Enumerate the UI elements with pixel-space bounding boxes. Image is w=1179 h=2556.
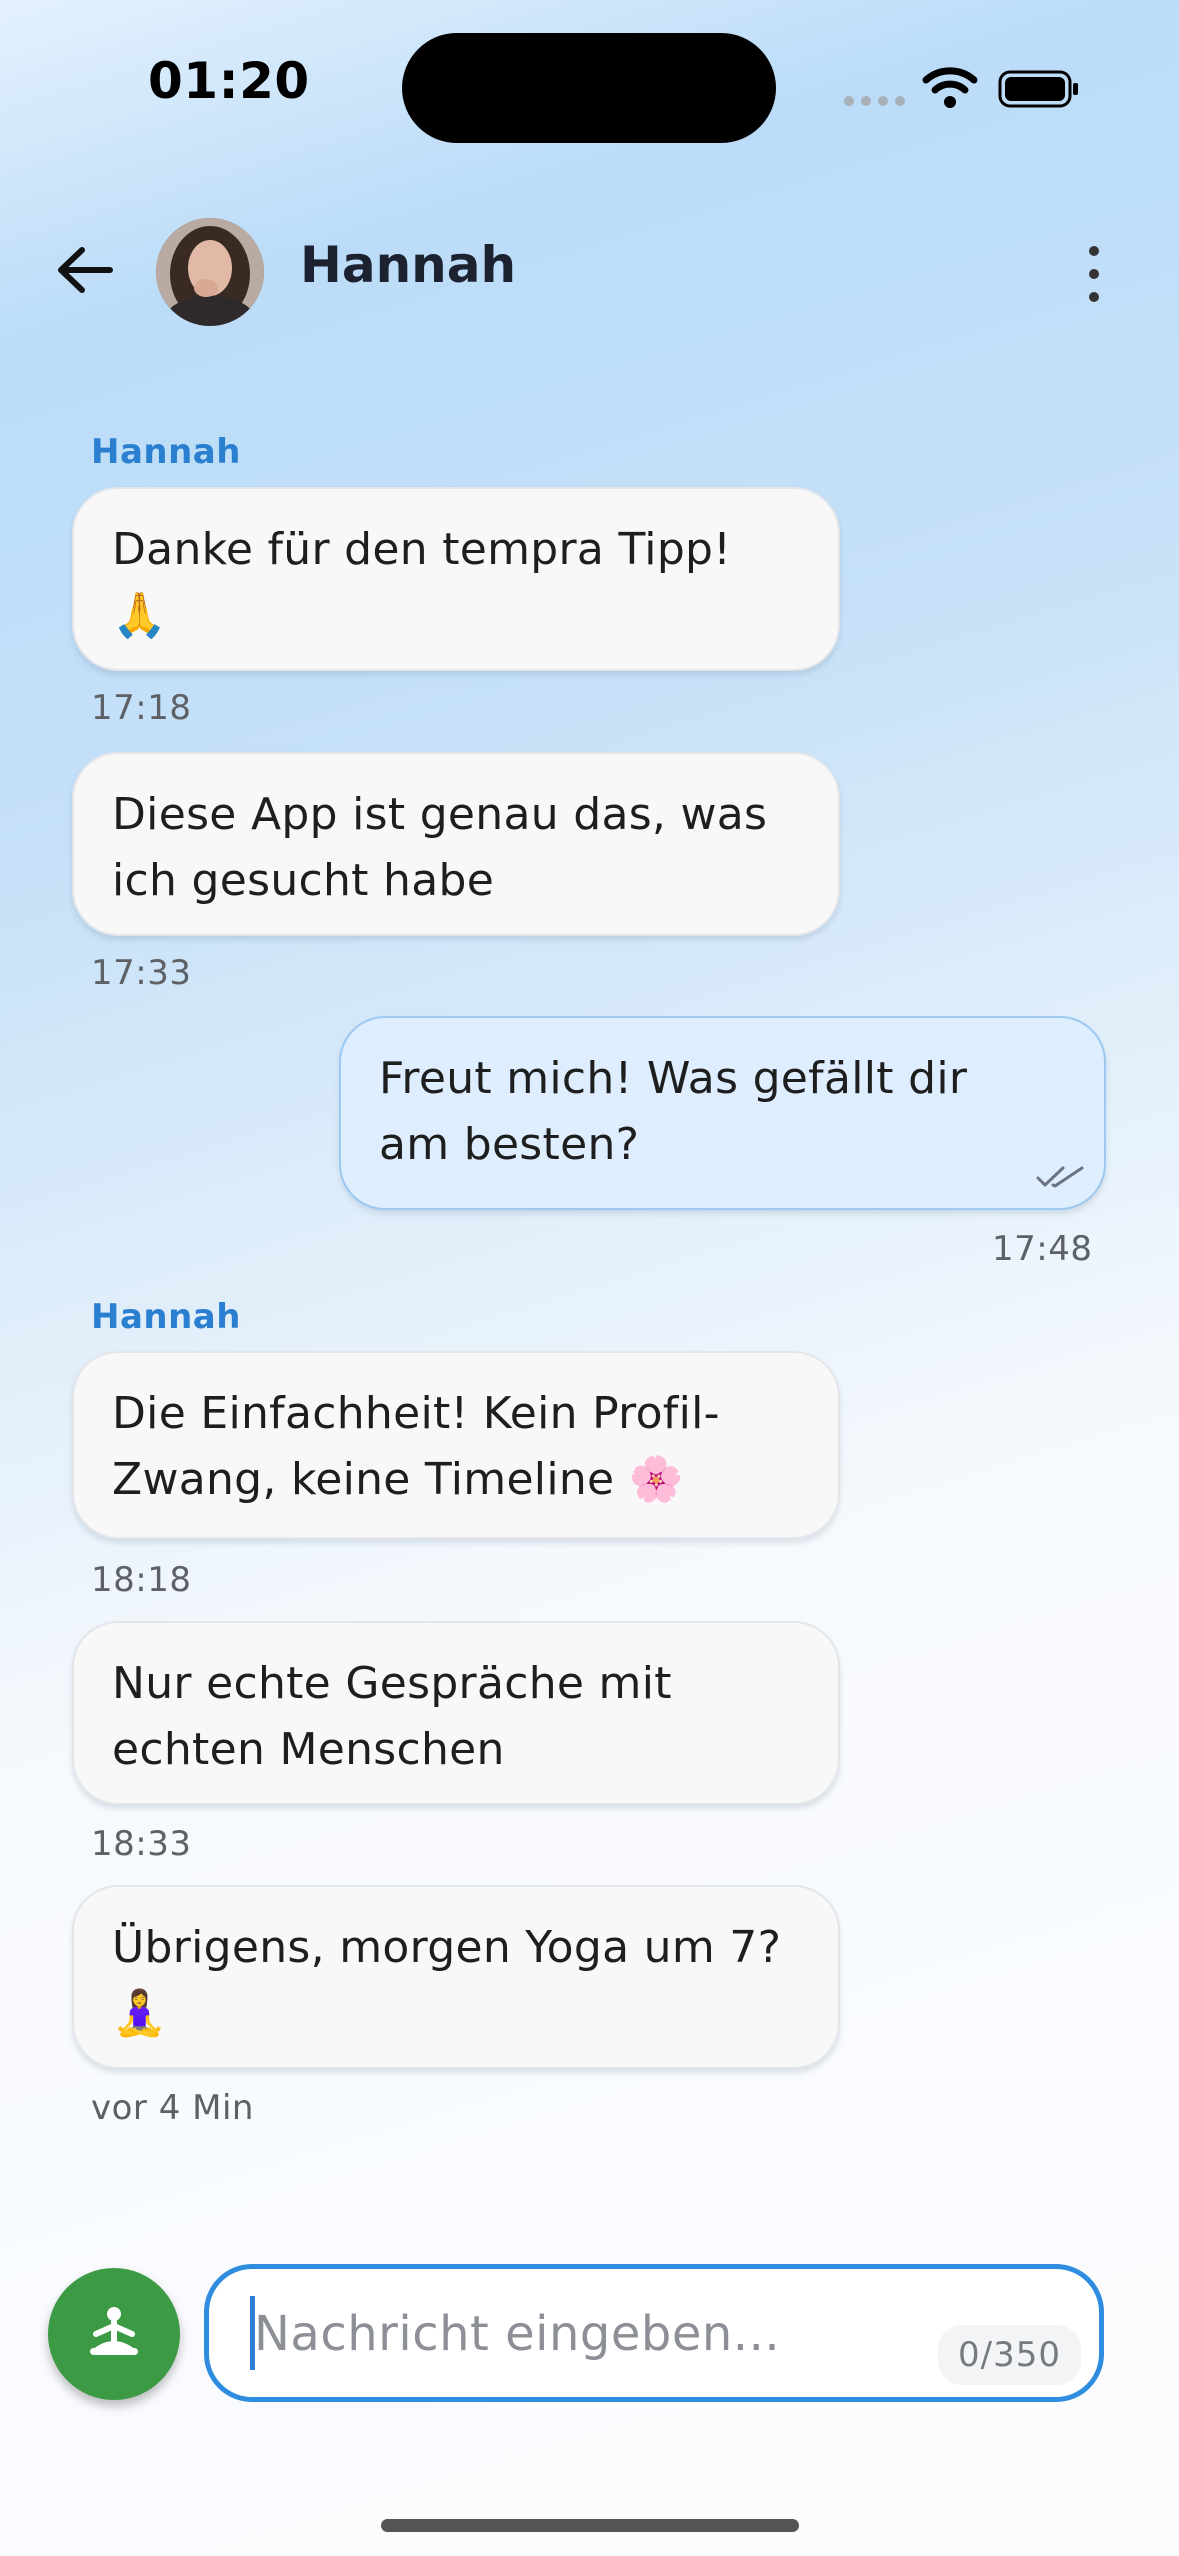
contact-avatar[interactable] bbox=[156, 218, 264, 326]
message-bubble-incoming[interactable]: Nur echte Gespräche mit echten Menschen bbox=[72, 1621, 840, 1805]
message-bubble-incoming[interactable]: Diese App ist genau das, was ich gesucht… bbox=[72, 752, 840, 936]
message-bubble-outgoing[interactable]: Freut mich! Was gefällt dir am besten? bbox=[339, 1016, 1106, 1210]
message-text-line: 🙏 bbox=[112, 590, 168, 641]
message-text-line: Danke für den tempra Tipp! bbox=[112, 524, 732, 575]
yoga-icon bbox=[90, 2307, 138, 2355]
message-text-line: Zwang, keine Timeline 🌸 bbox=[112, 1454, 684, 1505]
message-text-line: 🧘‍♀️ bbox=[112, 1988, 168, 2039]
message-bubble-incoming[interactable]: Danke für den tempra Tipp! 🙏 bbox=[72, 487, 840, 671]
message-bubble-incoming[interactable]: Die Einfachheit! Kein Profil- Zwang, kei… bbox=[72, 1351, 840, 1539]
character-counter: 0/350 bbox=[938, 2325, 1081, 2385]
home-indicator[interactable] bbox=[381, 2519, 799, 2532]
message-text-line: am besten? bbox=[379, 1119, 640, 1170]
message-text-line: Diese App ist genau das, was bbox=[112, 789, 768, 840]
message-timestamp: vor 4 Min bbox=[91, 2088, 254, 2128]
message-text-line: ich gesucht habe bbox=[112, 855, 495, 906]
message-timestamp: 17:33 bbox=[91, 953, 192, 993]
message-bubble-incoming[interactable]: Übrigens, morgen Yoga um 7? 🧘‍♀️ bbox=[72, 1885, 840, 2069]
message-text-line: Die Einfachheit! Kein Profil- bbox=[112, 1388, 720, 1439]
message-timestamp: 18:33 bbox=[91, 1824, 192, 1864]
message-sender: Hannah bbox=[91, 1297, 241, 1337]
contact-name[interactable]: Hannah bbox=[300, 236, 516, 294]
message-sender: Hannah bbox=[91, 432, 241, 472]
dynamic-island bbox=[402, 33, 776, 143]
message-timestamp: 18:18 bbox=[91, 1560, 192, 1600]
read-checkmark-icon bbox=[1036, 1166, 1084, 1188]
back-arrow-icon[interactable] bbox=[54, 245, 114, 295]
message-text-line: echten Menschen bbox=[112, 1724, 505, 1775]
status-time: 01:20 bbox=[148, 52, 310, 110]
battery-icon bbox=[998, 70, 1078, 108]
wifi-icon bbox=[922, 67, 978, 108]
message-text-line: Übrigens, morgen Yoga um 7? bbox=[112, 1922, 782, 1973]
more-options-icon[interactable] bbox=[1080, 246, 1108, 302]
message-text-line: Freut mich! Was gefällt dir bbox=[379, 1053, 968, 1104]
message-text-line: Nur echte Gespräche mit bbox=[112, 1658, 672, 1709]
message-timestamp: 17:18 bbox=[91, 688, 192, 728]
yoga-action-button[interactable] bbox=[48, 2268, 180, 2400]
cellular-signal-icon bbox=[844, 96, 905, 106]
message-input-placeholder: Nachricht eingeben... bbox=[254, 2306, 781, 2362]
message-timestamp: 17:48 bbox=[992, 1229, 1093, 1269]
